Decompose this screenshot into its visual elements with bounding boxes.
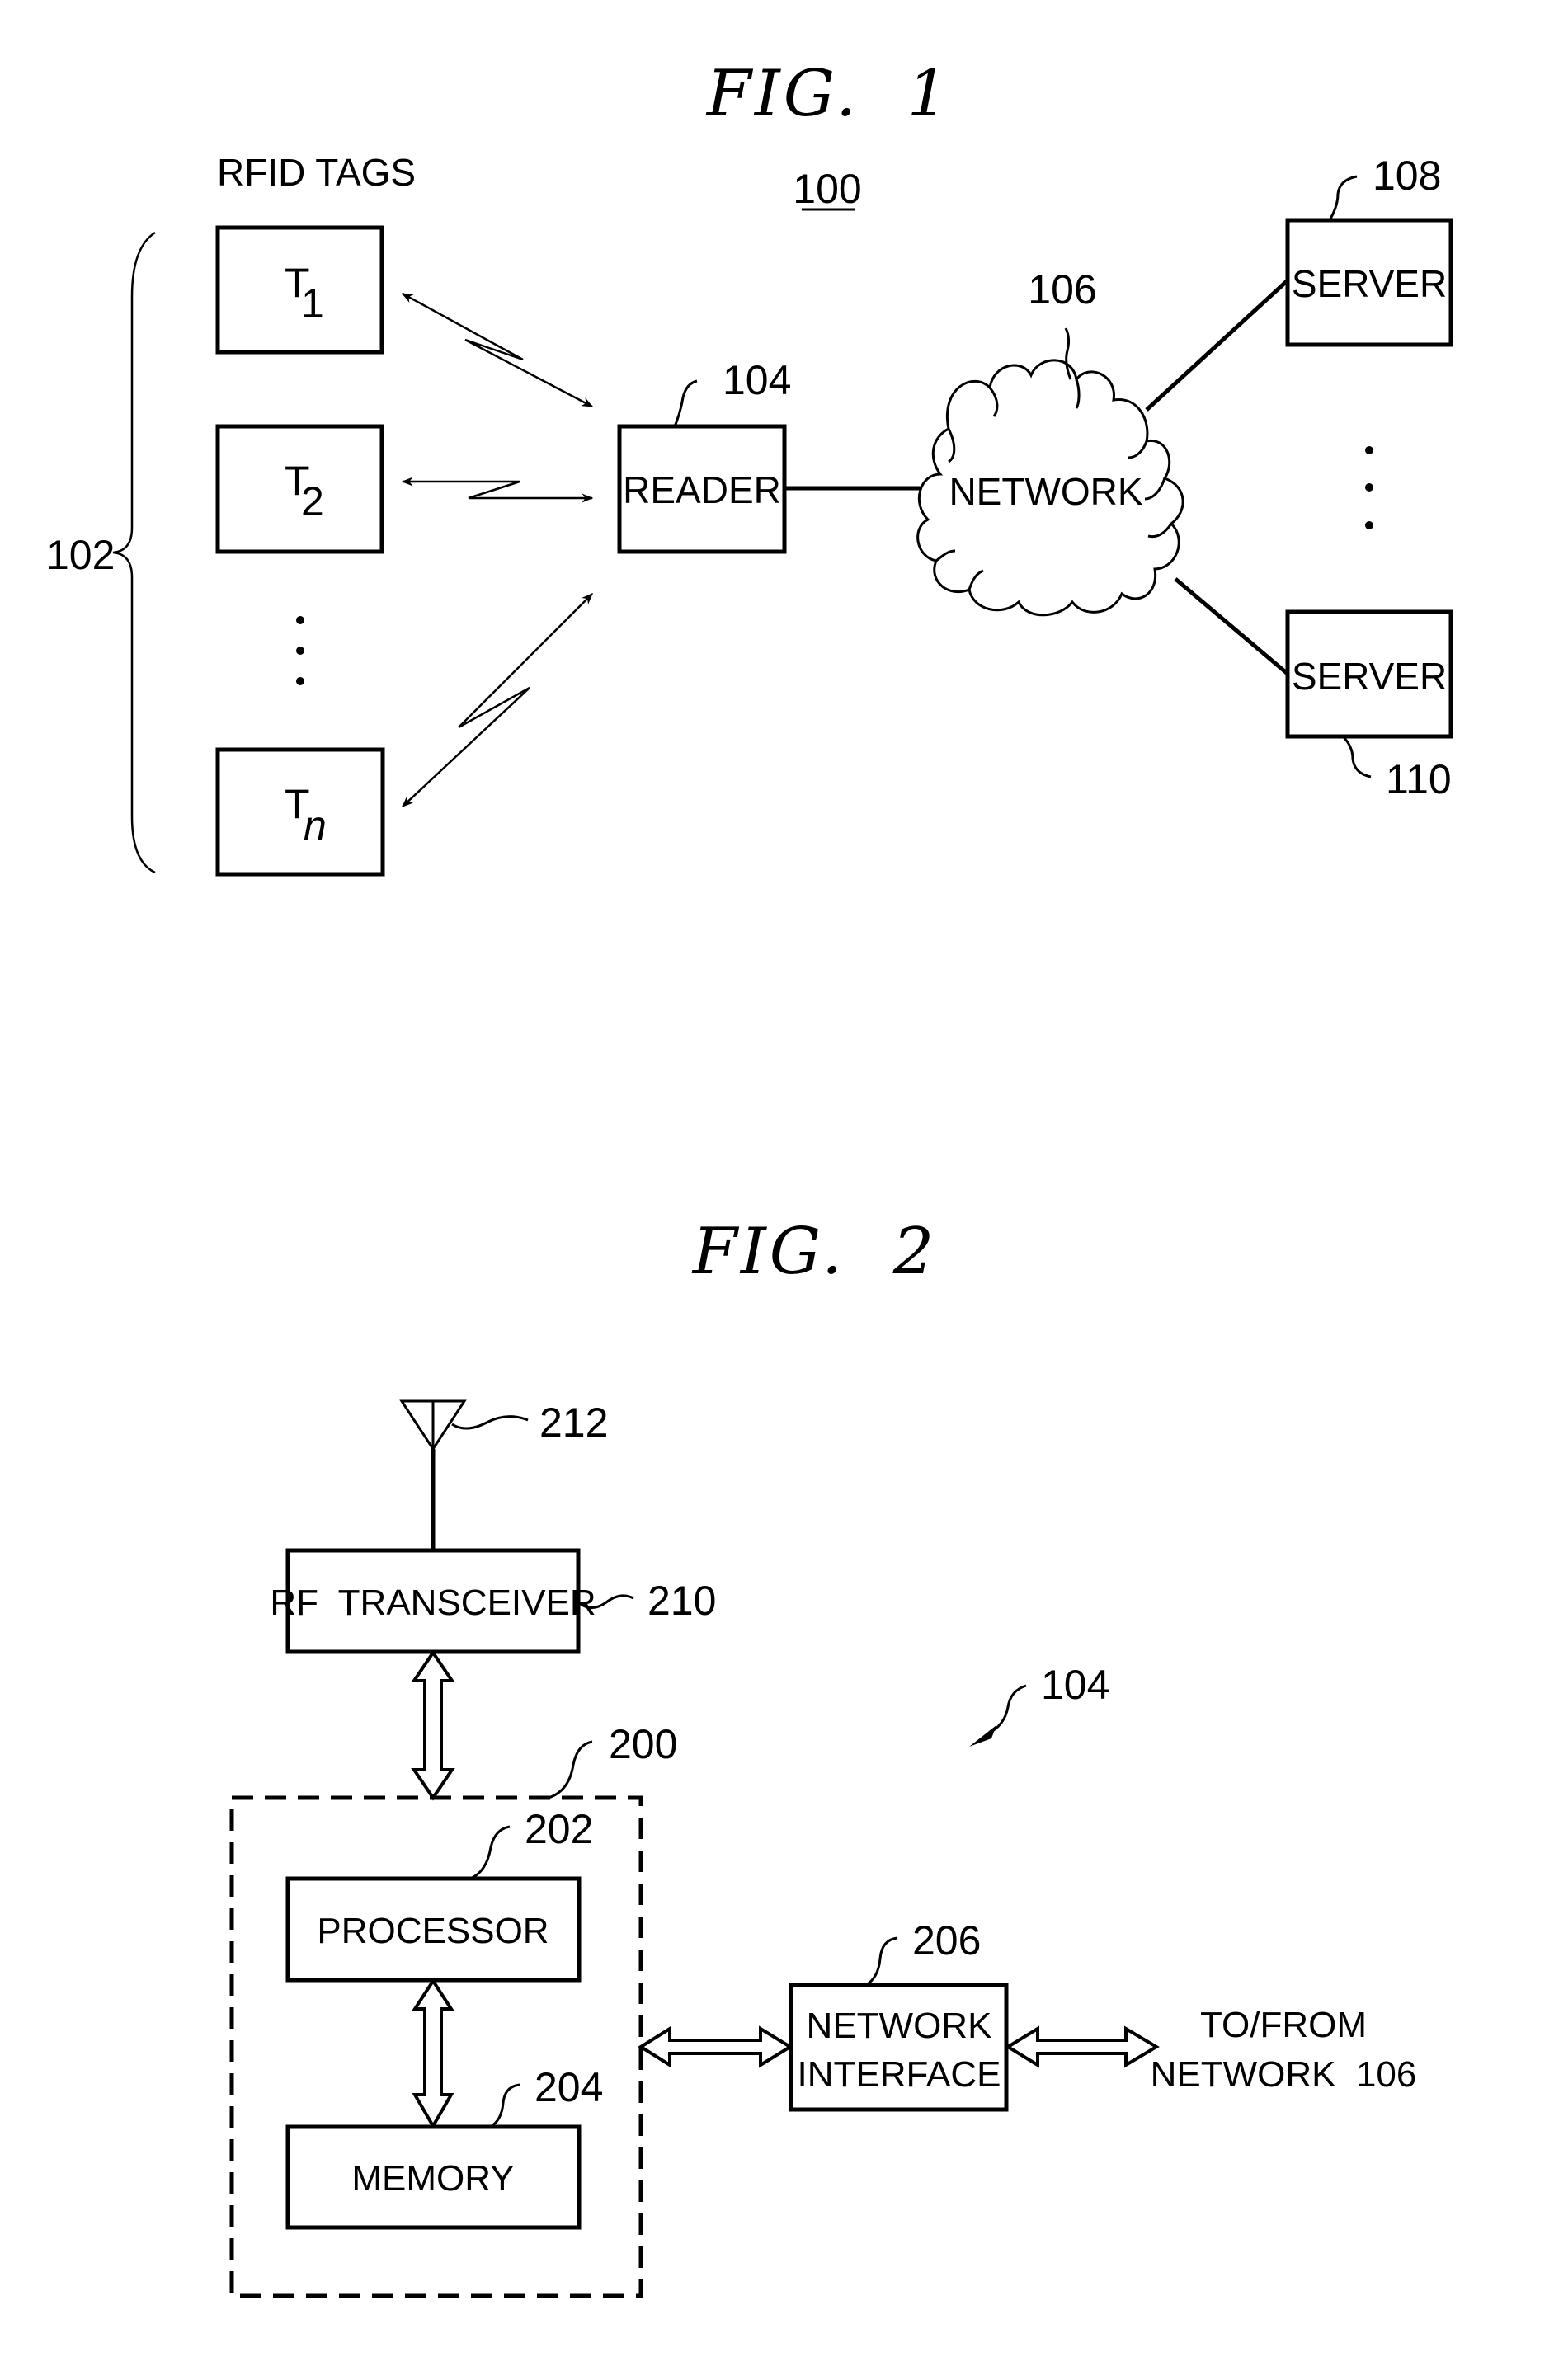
memory-leader-line (489, 2083, 520, 2128)
reader-leader-line (673, 379, 698, 427)
controller-leader-line (548, 1740, 593, 1799)
antenna-leader-line (451, 1415, 529, 1430)
network-server1-link (1145, 279, 1289, 412)
server-leader-line (1328, 175, 1358, 221)
tags-group-ref-label: 102 (46, 532, 115, 578)
system-ref-100: 100 (793, 166, 861, 212)
rfid-tag-2: T 2 (215, 424, 384, 554)
bus-arrow-controller-netif (638, 2025, 793, 2068)
bus-arrow-netif-external (1005, 2025, 1160, 2068)
processor-leader-line (469, 1825, 511, 1880)
external-network-label-line2: NETWORK 106 (1151, 2054, 1417, 2095)
wireless-link-tag2-reader (401, 477, 594, 503)
server-110: SERVER 110 (1285, 609, 1453, 802)
network-interface-leader-line (865, 1936, 898, 1987)
controller-ref-label: 200 (609, 1721, 677, 1767)
server-leader-line (1341, 735, 1372, 778)
network-cloud: NETWORK 106 (916, 266, 1184, 617)
reader-overall-ref-label: 104 (1041, 1662, 1109, 1708)
network-server2-link (1174, 577, 1289, 675)
processor-label: PROCESSOR (317, 1911, 549, 1951)
network-interface-label-line1: NETWORK (807, 2006, 992, 2046)
system-ref-label: 100 (793, 166, 861, 212)
network-interface-block: NETWORK INTERFACE 206 (789, 1917, 1009, 2112)
server-label: SERVER (1292, 655, 1447, 698)
network-ref-label: 106 (1028, 266, 1096, 313)
external-network-label-line1: TO/FROM (1200, 2005, 1367, 2045)
rfid-tags-heading: RFID TAGS (217, 151, 416, 194)
reader-block: READER 104 (617, 357, 791, 554)
reader-ref-label: 104 (723, 357, 791, 403)
wireless-link-tagn-reader (401, 593, 593, 807)
rfid-tag-1: T 1 (215, 225, 384, 355)
bus-arrow-processor-memory (412, 1978, 454, 2129)
tag-subscript: 1 (301, 280, 324, 327)
server-108: SERVER 108 (1285, 153, 1453, 347)
figure-1-title: FIG. 1 (705, 57, 951, 131)
patent-drawing-sheet: FIG. 1 100 RFID TAGS 102 T 1 T 2 T n REA… (46, 57, 1453, 2298)
rfid-tag-n: T n (215, 747, 385, 877)
rf-transceiver-block: RF TRANSCEIVER 210 (270, 1548, 716, 1654)
figure-2: FIG. 2 104 212 RF TRANSCEIVER 210 200 PR… (229, 1215, 1417, 2298)
memory-ref-label: 204 (534, 2064, 603, 2110)
rf-transceiver-ref-label: 210 (648, 1578, 716, 1624)
server-label: SERVER (1292, 262, 1447, 305)
antenna-ref-label: 212 (539, 1399, 608, 1446)
figure-1: FIG. 1 100 RFID TAGS 102 T 1 T 2 T n REA… (46, 57, 1453, 877)
tags-group-brace (112, 231, 156, 874)
figure-2-title: FIG. 2 (691, 1215, 937, 1289)
antenna: 212 (399, 1399, 608, 1550)
reader-overall-ref: 104 (969, 1662, 1109, 1747)
server-ref-label: 110 (1386, 756, 1452, 802)
reader-label: READER (623, 468, 781, 511)
memory-label: MEMORY (351, 2158, 514, 2199)
processor-ref-label: 202 (525, 1806, 593, 1852)
rf-transceiver-label: RF TRANSCEIVER (270, 1583, 596, 1623)
tags-ellipsis (296, 616, 304, 685)
servers-ellipsis (1365, 446, 1373, 529)
network-interface-ref-label: 206 (912, 1917, 981, 1964)
bus-arrow-rf-controller (411, 1649, 455, 1801)
tag-subscript: n (304, 802, 327, 849)
memory-block: MEMORY 204 (285, 2064, 603, 2230)
processor-block: PROCESSOR 202 (285, 1806, 593, 1983)
wireless-link-tag1-reader (401, 292, 594, 408)
server-ref-label: 108 (1373, 153, 1441, 199)
tag-subscript: 2 (301, 478, 324, 524)
network-label: NETWORK (949, 470, 1142, 513)
network-interface-label-line2: INTERFACE (798, 2054, 1001, 2095)
